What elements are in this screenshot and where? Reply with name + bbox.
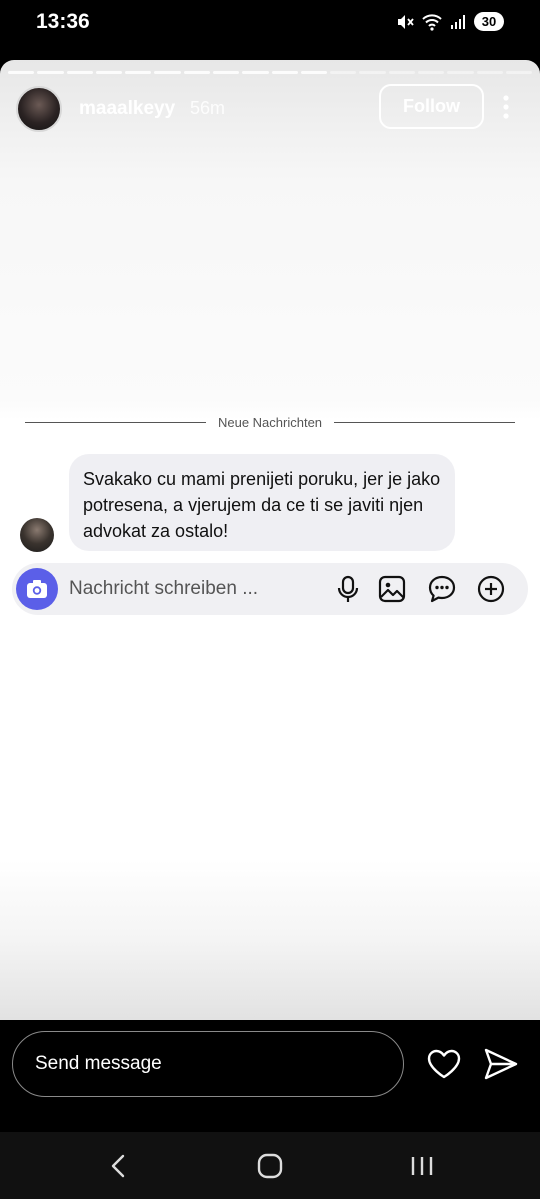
progress-segment xyxy=(154,71,181,74)
progress-segment xyxy=(37,71,64,74)
sender-avatar xyxy=(20,518,54,552)
progress-segment xyxy=(300,71,328,74)
divider-line-right xyxy=(334,422,515,423)
progress-segment xyxy=(417,71,445,74)
signal-icon xyxy=(451,14,465,29)
follow-button[interactable]: Follow xyxy=(379,84,484,129)
status-time: 13:36 xyxy=(36,10,90,33)
story-progress xyxy=(8,71,533,74)
progress-segment xyxy=(8,71,35,74)
status-bar: 13:36 30 xyxy=(0,0,540,48)
progress-segment xyxy=(242,71,269,74)
new-messages-divider: Neue Nachrichten xyxy=(25,415,515,430)
progress-segment xyxy=(505,71,533,74)
reply-bar: Send message xyxy=(0,1020,540,1130)
status-icons: 30 xyxy=(396,12,504,31)
camera-icon xyxy=(27,580,47,598)
sticker-icon[interactable] xyxy=(428,575,456,603)
message-input[interactable]: Nachricht schreiben ... xyxy=(69,578,258,600)
username[interactable]: maaalkeyy xyxy=(79,98,175,120)
progress-segment xyxy=(271,71,298,74)
divider-line-left xyxy=(25,422,206,423)
send-icon[interactable] xyxy=(483,1047,519,1081)
system-nav-bar xyxy=(0,1132,540,1199)
progress-segment xyxy=(183,71,210,74)
progress-segment xyxy=(330,71,357,74)
heart-icon[interactable] xyxy=(426,1048,462,1080)
microphone-icon[interactable] xyxy=(334,575,362,603)
battery-icon: 30 xyxy=(474,12,504,31)
progress-segment xyxy=(66,71,93,74)
progress-segment xyxy=(125,71,152,74)
mute-icon xyxy=(398,14,414,29)
profile-avatar[interactable] xyxy=(16,86,62,132)
story-view[interactable]: maaalkeyy 56m Follow Neue Nachrichten Sv… xyxy=(0,60,540,1020)
progress-segment xyxy=(476,71,503,74)
plus-icon[interactable] xyxy=(477,575,505,603)
progress-segment xyxy=(95,71,123,74)
back-icon[interactable] xyxy=(105,1152,133,1180)
progress-segment xyxy=(388,71,415,74)
message-composer: Nachricht schreiben ... xyxy=(12,563,528,615)
post-time: 56m xyxy=(190,98,226,118)
camera-button[interactable] xyxy=(16,568,58,610)
wifi-icon xyxy=(422,13,442,31)
send-message-input[interactable]: Send message xyxy=(12,1031,404,1097)
divider-label: Neue Nachrichten xyxy=(217,415,323,430)
progress-segment xyxy=(212,71,240,74)
message-bubble: Svakako cu mami prenijeti poruku, jer je… xyxy=(69,454,455,551)
gallery-icon[interactable] xyxy=(378,575,406,603)
progress-segment xyxy=(359,71,386,74)
progress-segment xyxy=(447,71,474,74)
home-icon[interactable] xyxy=(256,1152,284,1180)
recents-icon[interactable] xyxy=(408,1152,436,1180)
story-header: maaalkeyy 56m Follow xyxy=(0,84,540,144)
more-options-icon[interactable] xyxy=(496,94,516,120)
